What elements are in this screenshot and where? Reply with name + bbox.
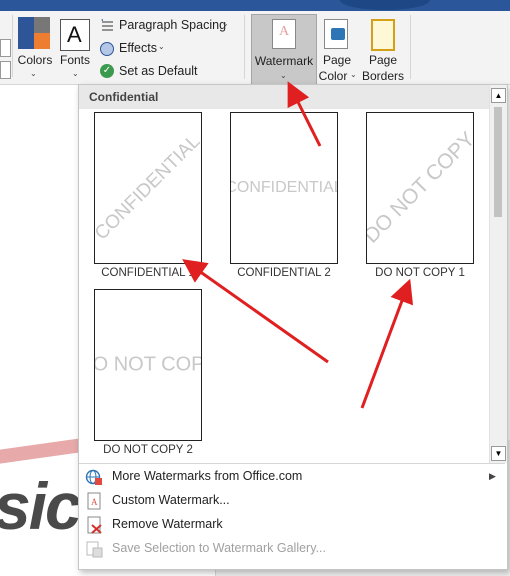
arrow-to-confidential-1	[182, 259, 329, 364]
arrow-to-do-not-copy-1	[360, 278, 414, 409]
arrow-to-watermark-button	[287, 81, 322, 147]
annotation-arrows	[182, 81, 414, 409]
